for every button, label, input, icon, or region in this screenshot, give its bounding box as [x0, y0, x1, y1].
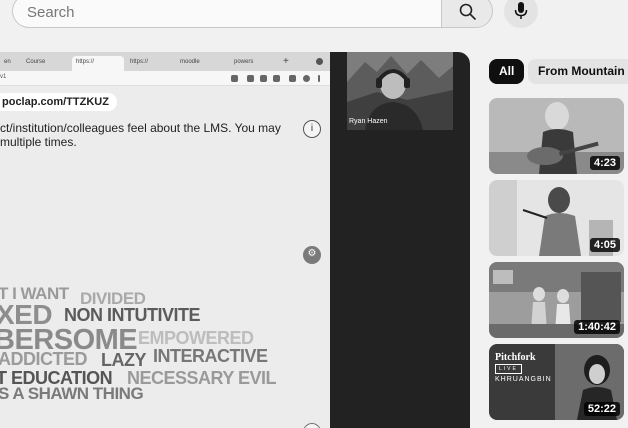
microphone-icon — [514, 2, 528, 19]
bookmark-star-icon — [231, 75, 238, 82]
video-duration: 4:05 — [589, 238, 620, 252]
video-duration: 52:22 — [583, 402, 620, 416]
puzzle-icon — [289, 75, 296, 82]
word-cloud-word: INTERACTIVE — [153, 346, 268, 366]
shared-screen: en Course https:// https:// moodle power… — [0, 52, 330, 428]
address-url: v1 — [0, 74, 7, 80]
video-thumbnail[interactable]: Pitchfork LIVE KHRUANGBIN 52:22 — [489, 344, 624, 420]
participant-camera: Ryan Hazen — [347, 52, 453, 130]
chip-from-channel[interactable]: From Mountain Mo — [528, 59, 628, 84]
settings-icon: ⚙ — [303, 246, 321, 264]
control-icon — [303, 423, 321, 428]
browser-tab-bar: en Course https:// https:// moodle power… — [0, 52, 330, 71]
browser-tab: en — [4, 59, 11, 65]
word-cloud-word: ADDICTED — [0, 349, 88, 369]
browser-tab-active: https:// — [72, 56, 124, 71]
extension-icon — [273, 75, 280, 82]
extension-icon — [247, 75, 254, 82]
search-placeholder: Search — [27, 4, 75, 21]
poll-question: ct/institution/colleagues feel about the… — [0, 121, 281, 149]
search-button[interactable] — [441, 0, 493, 28]
window-control-icon — [316, 58, 323, 65]
info-icon: i — [303, 120, 321, 138]
video-thumbnail[interactable]: 4:05 — [489, 180, 624, 256]
browser-address-bar: v1 — [0, 71, 330, 86]
chip-all[interactable]: All — [489, 59, 525, 84]
live-badge: LIVE — [495, 364, 522, 374]
video-thumbnail[interactable]: 4:23 — [489, 98, 624, 174]
video-player[interactable]: en Course https:// https:// moodle power… — [0, 52, 470, 428]
browser-tab: powers — [234, 59, 254, 65]
word-cloud-word: NECESSARY EVIL — [127, 368, 277, 388]
video-thumbnail[interactable]: 1:40:42 — [489, 262, 624, 338]
menu-icon — [318, 75, 320, 82]
voice-search-button[interactable] — [504, 0, 538, 28]
video-duration: 4:23 — [589, 156, 620, 170]
participant-name: Ryan Hazen — [349, 118, 388, 125]
word-cloud-word: S A SHAWN THING — [0, 384, 144, 403]
new-tab-icon: + — [283, 56, 289, 67]
word-cloud-word: EMPOWERED — [138, 328, 254, 348]
search-icon — [459, 3, 477, 21]
word-cloud-word: NON INTUTIVITE — [64, 305, 201, 325]
poll-page: poclap.com/TTZKUZ ct/institution/colleag… — [0, 87, 330, 428]
poll-link: poclap.com/TTZKUZ — [0, 93, 117, 111]
video-duration: 1:40:42 — [574, 320, 620, 334]
browser-tab: https:// — [130, 59, 149, 65]
search-input[interactable]: Search — [12, 0, 442, 28]
extension-icon — [260, 75, 267, 82]
artist-name: KHRUANGBIN — [495, 376, 552, 383]
brand-logo: Pitchfork — [495, 352, 536, 363]
browser-tab: Course — [26, 59, 46, 65]
browser-tab: moodle — [180, 59, 200, 65]
word-cloud-word: LAZY — [101, 350, 147, 370]
profile-icon — [303, 75, 310, 82]
